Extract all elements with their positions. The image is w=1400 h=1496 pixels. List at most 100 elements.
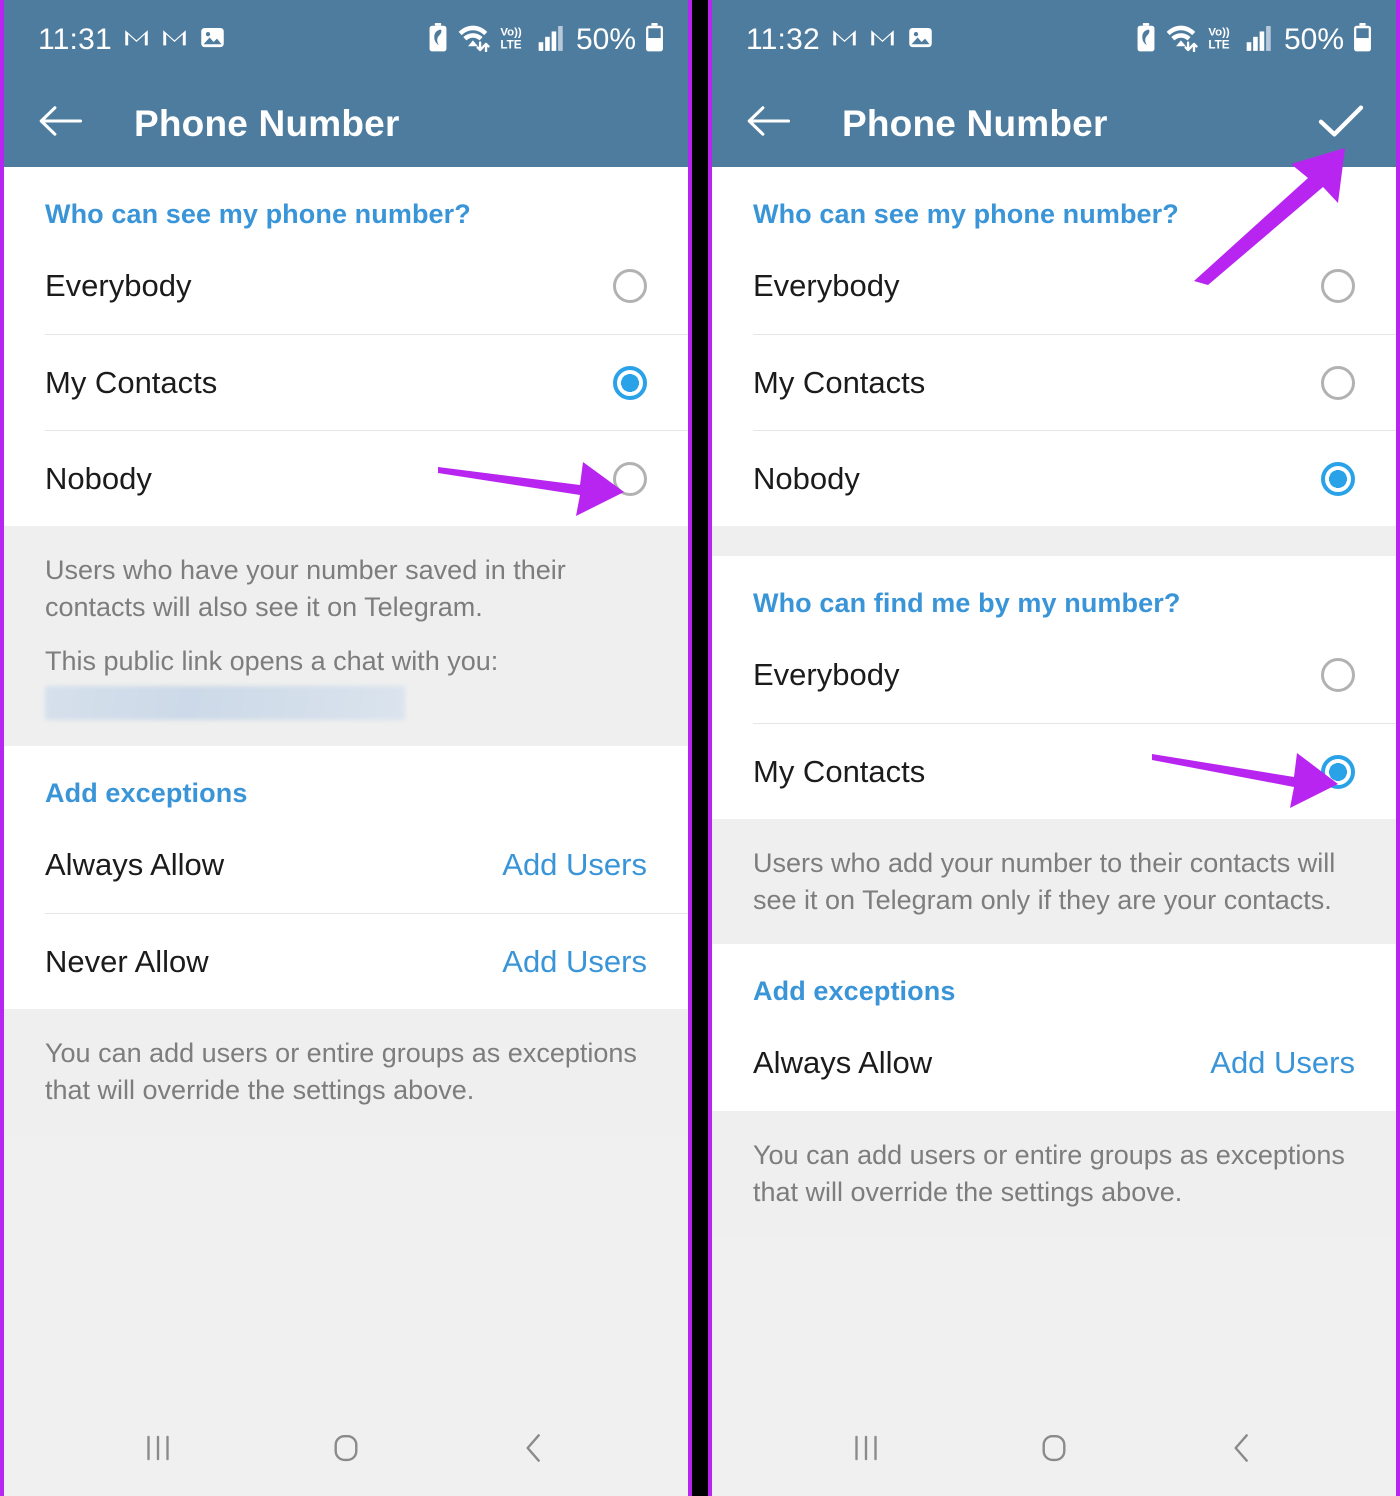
option-row-my-contacts[interactable]: My Contacts	[45, 334, 688, 430]
gmail-icon	[831, 24, 858, 56]
section-header: Add exceptions	[45, 778, 248, 809]
section-header: Add exceptions	[753, 976, 956, 1007]
section-who-can-see: Who can see my phone number? Everybody M…	[712, 167, 1396, 526]
signal-icon	[538, 23, 565, 57]
svg-text:LTE: LTE	[500, 38, 521, 51]
status-time: 11:31	[38, 23, 112, 56]
section-who-can-see: Who can see my phone number? Everybody M…	[4, 167, 688, 526]
phone-screenshot-right: 11:32 Vo)) LTE 50% Phone Number Who can …	[708, 0, 1400, 1496]
radio-my-contacts[interactable]	[613, 365, 647, 400]
status-bar-left: 11:31 Vo)) LTE 50%	[4, 0, 688, 80]
status-bar-right-group: Vo)) LTE 50%	[1136, 23, 1372, 57]
system-nav-bar-right	[712, 1400, 1396, 1496]
back-arrow-icon[interactable]	[746, 103, 791, 144]
row-label: Always Allow	[45, 847, 225, 883]
option-row-everybody[interactable]: Everybody	[45, 238, 688, 334]
back-icon[interactable]	[1197, 1429, 1287, 1467]
radio-group-who-can-find: Everybody My Contacts	[712, 619, 1396, 819]
svg-text:Vo)): Vo))	[1208, 26, 1230, 38]
battery-icon	[1353, 23, 1372, 57]
note-who-can-see: Users who have your number saved in thei…	[4, 526, 688, 747]
recents-icon[interactable]	[821, 1429, 911, 1467]
signal-icon	[1246, 23, 1273, 57]
home-icon[interactable]	[1009, 1429, 1099, 1467]
add-users-link[interactable]: Add Users	[502, 847, 647, 883]
option-label: My Contacts	[45, 364, 218, 400]
option-label: Everybody	[753, 657, 900, 692]
back-icon[interactable]	[489, 1429, 579, 1467]
battery-icon	[645, 23, 664, 57]
section-add-exceptions: Add exceptions Always Allow Add Users	[712, 944, 1396, 1112]
note-line: Users who add your number to their conta…	[753, 848, 1336, 915]
exception-rows: Always Allow Add Users Never Allow Add U…	[4, 809, 688, 1009]
phone-screenshot-left: 11:31 Vo)) LTE 50% Phone Number Who can …	[0, 0, 692, 1496]
option-label: Nobody	[45, 460, 152, 496]
radio-everybody[interactable]	[1321, 269, 1355, 303]
app-bar-right: Phone Number	[712, 80, 1396, 167]
option-label: My Contacts	[753, 753, 926, 789]
back-arrow-icon[interactable]	[38, 103, 83, 144]
wifi-icon	[1165, 23, 1198, 57]
section-header: Who can see my phone number?	[45, 199, 471, 229]
note-line: You can add users or entire groups as ex…	[45, 1038, 637, 1105]
add-users-link[interactable]: Add Users	[502, 944, 647, 980]
radio-nobody[interactable]	[613, 461, 647, 496]
gmail-icon	[123, 24, 150, 56]
option-row-my-contacts[interactable]: My Contacts	[753, 723, 1396, 819]
option-label: Nobody	[753, 460, 860, 496]
page-title: Phone Number	[842, 102, 1108, 144]
status-bar-right: 11:32 Vo)) LTE 50%	[712, 0, 1396, 80]
option-row-my-contacts[interactable]: My Contacts	[753, 334, 1396, 430]
volte-icon: Vo)) LTE	[499, 23, 529, 57]
volte-icon: Vo)) LTE	[1207, 23, 1237, 57]
battery-saver-icon	[1136, 23, 1156, 57]
row-never-allow[interactable]: Never Allow Add Users	[45, 913, 688, 1009]
option-label: Everybody	[45, 268, 192, 303]
gmail-icon	[161, 24, 188, 56]
section-header: Who can find me by my number?	[753, 588, 1181, 618]
radio-my-contacts[interactable]	[1321, 365, 1355, 400]
row-label: Never Allow	[45, 943, 209, 979]
option-row-nobody[interactable]: Nobody	[753, 430, 1396, 526]
radio-everybody[interactable]	[1321, 658, 1355, 692]
comparison-screenshot: 11:31 Vo)) LTE 50% Phone Number Who can …	[0, 0, 1400, 1496]
note-add-exceptions: You can add users or entire groups as ex…	[4, 1009, 688, 1135]
panel-divider	[692, 0, 708, 1496]
photos-icon	[907, 24, 934, 56]
svg-text:LTE: LTE	[1208, 38, 1229, 51]
wifi-icon	[457, 23, 490, 57]
note-who-can-find: Users who add your number to their conta…	[712, 819, 1396, 945]
radio-my-contacts[interactable]	[1321, 754, 1355, 789]
add-users-link[interactable]: Add Users	[1210, 1045, 1355, 1081]
section-add-exceptions: Add exceptions Always Allow Add Users Ne…	[4, 746, 688, 1010]
radio-group-who-can-see: Everybody My Contacts Nobody	[4, 230, 688, 526]
section-gap	[712, 526, 1396, 556]
option-row-everybody[interactable]: Everybody	[753, 627, 1396, 723]
settings-content-right: Who can see my phone number? Everybody M…	[712, 167, 1396, 1400]
status-bar-left-group: 11:32	[746, 23, 934, 57]
radio-nobody[interactable]	[1321, 461, 1355, 496]
home-icon[interactable]	[301, 1429, 391, 1467]
radio-everybody[interactable]	[613, 269, 647, 303]
row-always-allow[interactable]: Always Allow Add Users	[753, 1015, 1396, 1111]
note-line: This public link opens a chat with you:	[45, 646, 499, 677]
battery-percent: 50%	[1283, 23, 1344, 56]
note-line: Users who have your number saved in thei…	[45, 555, 566, 622]
battery-percent: 50%	[575, 23, 636, 56]
settings-content-left: Who can see my phone number? Everybody M…	[4, 167, 688, 1400]
app-bar-left: Phone Number	[4, 80, 688, 167]
photos-icon	[199, 24, 226, 56]
option-row-nobody[interactable]: Nobody	[45, 430, 688, 526]
page-title: Phone Number	[134, 102, 400, 144]
radio-group-who-can-see: Everybody My Contacts Nobody	[712, 230, 1396, 526]
recents-icon[interactable]	[113, 1429, 203, 1467]
system-nav-bar-left	[4, 1400, 688, 1496]
section-who-can-find: Who can find me by my number? Everybody …	[712, 556, 1396, 819]
row-always-allow[interactable]: Always Allow Add Users	[45, 817, 688, 913]
public-link-redacted[interactable]	[45, 686, 405, 721]
checkmark-icon[interactable]	[1316, 101, 1366, 146]
row-label: Always Allow	[753, 1045, 933, 1081]
option-row-everybody[interactable]: Everybody	[753, 238, 1396, 334]
battery-saver-icon	[428, 23, 448, 57]
section-header: Who can see my phone number?	[753, 199, 1179, 229]
